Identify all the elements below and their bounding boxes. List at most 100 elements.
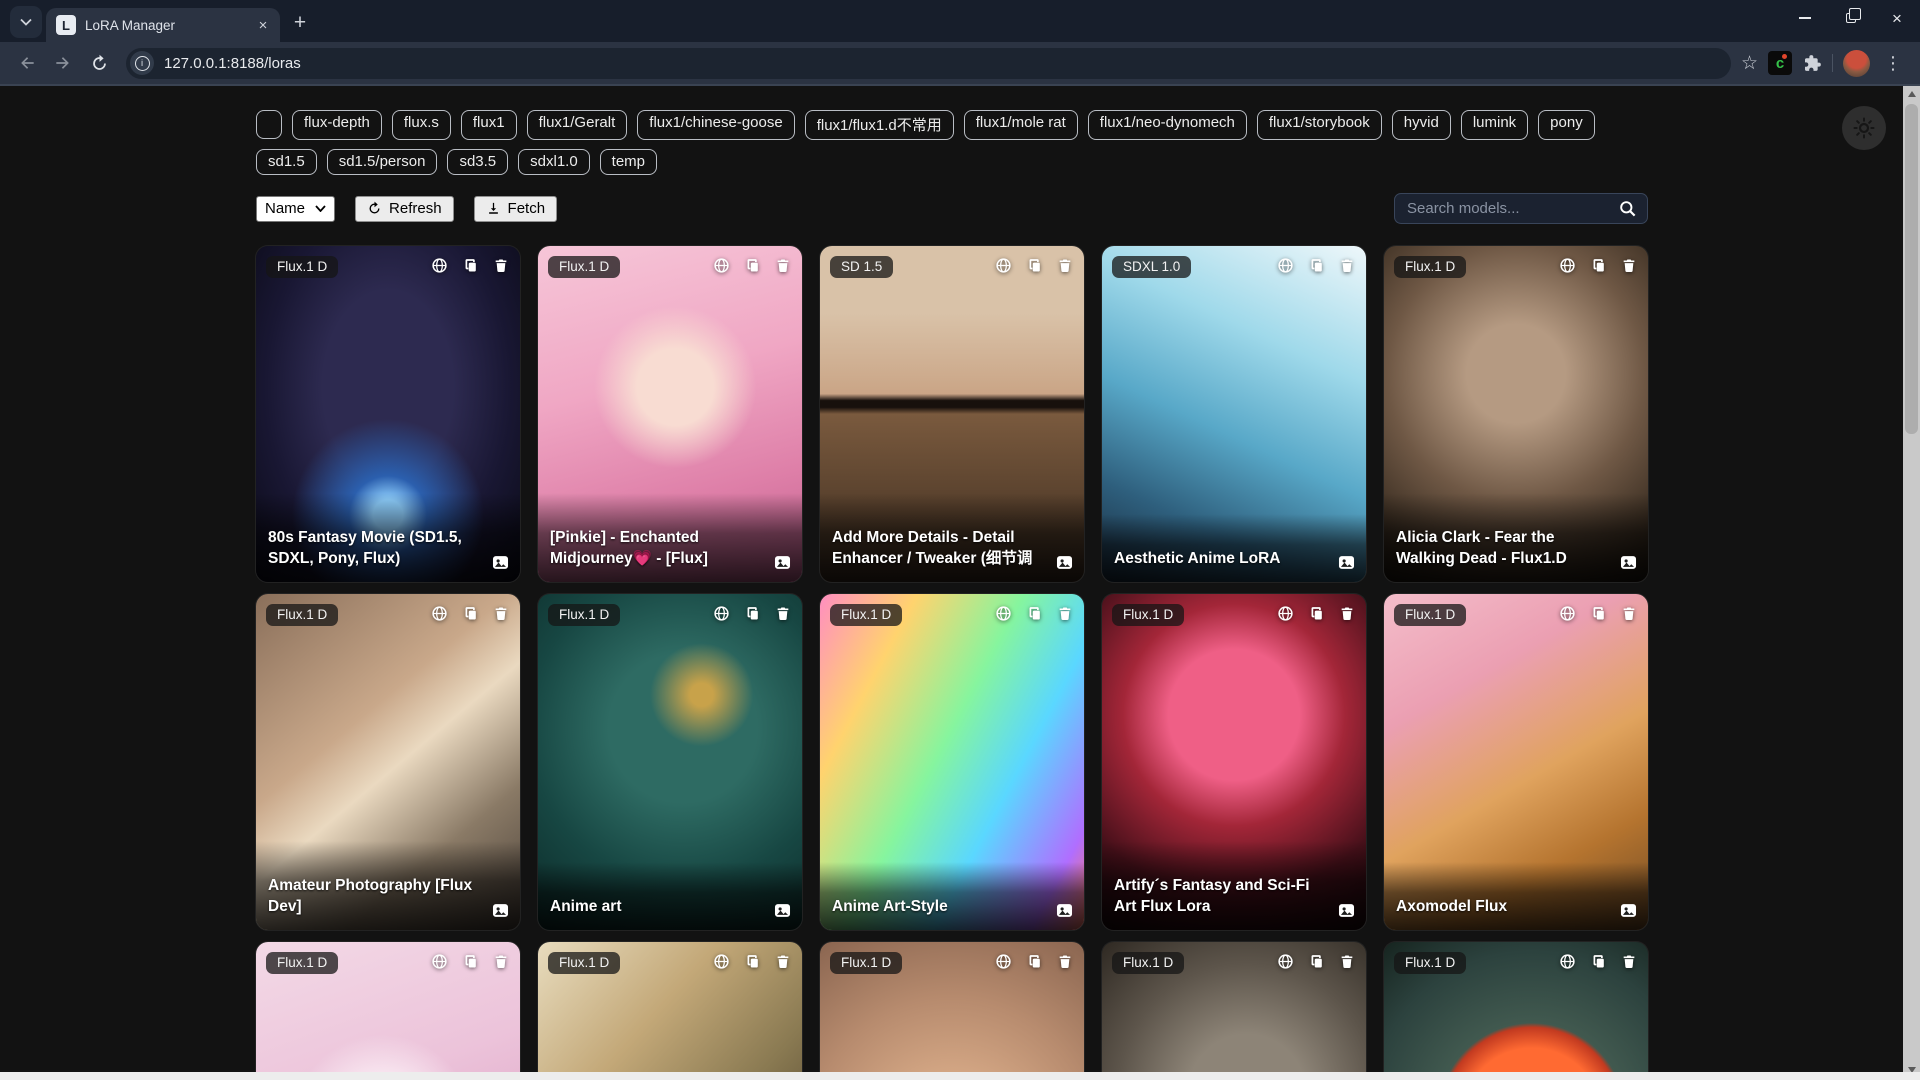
globe-icon[interactable] <box>431 257 448 274</box>
lora-card[interactable]: SD 1.5 Add More Details - Detail Enhance… <box>820 246 1084 582</box>
trash-icon[interactable] <box>1057 605 1073 622</box>
filter-tag[interactable]: flux1/neo-dynomech <box>1088 110 1247 140</box>
scrollbar-up-icon[interactable] <box>1903 86 1920 102</box>
lora-card[interactable]: Flux.1 D Anime art <box>538 594 802 930</box>
filter-tag[interactable]: flux1/chinese-goose <box>637 110 794 140</box>
copy-icon[interactable] <box>1590 953 1607 970</box>
new-tab-button[interactable]: + <box>286 9 314 37</box>
tab-search-button[interactable] <box>10 6 42 38</box>
copy-icon[interactable] <box>462 605 479 622</box>
extensions-puzzle-icon[interactable] <box>1802 53 1822 73</box>
copy-icon[interactable] <box>1308 257 1325 274</box>
image-icon[interactable] <box>1055 901 1074 920</box>
trash-icon[interactable] <box>775 953 791 970</box>
image-icon[interactable] <box>1055 553 1074 572</box>
filter-tag[interactable]: hyvid <box>1392 110 1451 140</box>
url-text[interactable]: 127.0.0.1:8188/loras <box>164 55 301 72</box>
globe-icon[interactable] <box>995 257 1012 274</box>
copy-icon[interactable] <box>744 257 761 274</box>
minimize-button[interactable] <box>1782 0 1828 36</box>
lora-card[interactable]: SDXL 1.0 Aesthetic Anime LoRA <box>1102 246 1366 582</box>
filter-tag[interactable]: flux-depth <box>292 110 382 140</box>
globe-icon[interactable] <box>713 953 730 970</box>
globe-icon[interactable] <box>713 605 730 622</box>
globe-icon[interactable] <box>1559 605 1576 622</box>
browser-tab[interactable]: L LoRA Manager × <box>46 8 280 42</box>
trash-icon[interactable] <box>1057 953 1073 970</box>
copy-icon[interactable] <box>744 953 761 970</box>
globe-icon[interactable] <box>431 953 448 970</box>
globe-icon[interactable] <box>1277 257 1294 274</box>
filter-tag[interactable]: sd1.5 <box>256 149 317 175</box>
filter-tag[interactable]: flux1/flux1.d不常用 <box>805 110 954 140</box>
copy-icon[interactable] <box>1308 605 1325 622</box>
filter-tag[interactable]: flux1/mole rat <box>964 110 1078 140</box>
bookmark-star-icon[interactable]: ☆ <box>1741 52 1758 75</box>
lora-card[interactable]: Flux.1 D 80s Fantasy Movie (SD1.5, SDXL,… <box>256 246 520 582</box>
filter-tag[interactable]: temp <box>600 149 657 175</box>
filter-tag[interactable]: sd1.5/person <box>327 149 438 175</box>
site-info-icon[interactable]: i <box>130 51 154 75</box>
reload-button[interactable] <box>82 46 116 80</box>
lora-card[interactable]: Flux.1 D Axomodel Flux <box>1384 594 1648 930</box>
globe-icon[interactable] <box>995 605 1012 622</box>
copy-icon[interactable] <box>1308 953 1325 970</box>
trash-icon[interactable] <box>1339 605 1355 622</box>
copy-icon[interactable] <box>744 605 761 622</box>
lora-card[interactable]: Flux.1 D [Pinkie] - Enchanted Midjourney… <box>538 246 802 582</box>
lora-card[interactable]: Flux.1 D <box>538 942 802 1080</box>
filter-tag[interactable]: flux1 <box>461 110 517 140</box>
profile-avatar[interactable] <box>1843 50 1870 77</box>
trash-icon[interactable] <box>493 605 509 622</box>
sort-select[interactable]: Name <box>256 196 335 222</box>
image-icon[interactable] <box>773 901 792 920</box>
globe-icon[interactable] <box>1277 953 1294 970</box>
globe-icon[interactable] <box>995 953 1012 970</box>
filter-tag[interactable]: pony <box>1538 110 1595 140</box>
globe-icon[interactable] <box>1559 257 1576 274</box>
trash-icon[interactable] <box>775 605 791 622</box>
lora-card[interactable]: Flux.1 D <box>256 942 520 1080</box>
trash-icon[interactable] <box>775 257 791 274</box>
filter-tag[interactable] <box>256 110 282 139</box>
copy-icon[interactable] <box>1026 257 1043 274</box>
image-icon[interactable] <box>1619 901 1638 920</box>
filter-tag[interactable]: sd3.5 <box>447 149 508 175</box>
image-icon[interactable] <box>773 553 792 572</box>
copy-icon[interactable] <box>1590 257 1607 274</box>
filter-tag[interactable]: flux1/Geralt <box>527 110 628 140</box>
back-button[interactable] <box>10 46 44 80</box>
trash-icon[interactable] <box>1339 257 1355 274</box>
globe-icon[interactable] <box>431 605 448 622</box>
image-icon[interactable] <box>1337 553 1356 572</box>
copy-icon[interactable] <box>462 257 479 274</box>
lora-card[interactable]: Flux.1 D <box>1102 942 1366 1080</box>
copy-icon[interactable] <box>1026 605 1043 622</box>
theme-toggle-button[interactable] <box>1842 106 1886 150</box>
filter-tag[interactable]: lumink <box>1461 110 1528 140</box>
search-input[interactable] <box>1407 200 1618 217</box>
image-icon[interactable] <box>1619 553 1638 572</box>
menu-dots-icon[interactable]: ⋮ <box>1880 53 1906 74</box>
copy-icon[interactable] <box>1590 605 1607 622</box>
extension-icon[interactable]: c <box>1768 51 1792 75</box>
address-bar[interactable]: i 127.0.0.1:8188/loras <box>126 48 1731 79</box>
filter-tag[interactable]: sdxl1.0 <box>518 149 590 175</box>
restore-button[interactable] <box>1828 0 1874 36</box>
trash-icon[interactable] <box>1621 953 1637 970</box>
page-scrollbar[interactable] <box>1903 86 1920 1080</box>
trash-icon[interactable] <box>1057 257 1073 274</box>
close-button[interactable]: × <box>1874 0 1920 36</box>
globe-icon[interactable] <box>713 257 730 274</box>
lora-card[interactable]: Flux.1 D <box>820 942 1084 1080</box>
trash-icon[interactable] <box>1621 257 1637 274</box>
lora-card[interactable]: Flux.1 D Artify´s Fantasy and Sci-Fi Art… <box>1102 594 1366 930</box>
forward-button[interactable] <box>46 46 80 80</box>
lora-card[interactable]: Flux.1 D Amateur Photography [Flux Dev] <box>256 594 520 930</box>
search-icon[interactable] <box>1618 199 1637 218</box>
image-icon[interactable] <box>491 901 510 920</box>
scrollbar-thumb[interactable] <box>1905 104 1918 434</box>
tab-close-icon[interactable]: × <box>254 16 272 34</box>
lora-card[interactable]: Flux.1 D Anime Art-Style <box>820 594 1084 930</box>
image-icon[interactable] <box>491 553 510 572</box>
